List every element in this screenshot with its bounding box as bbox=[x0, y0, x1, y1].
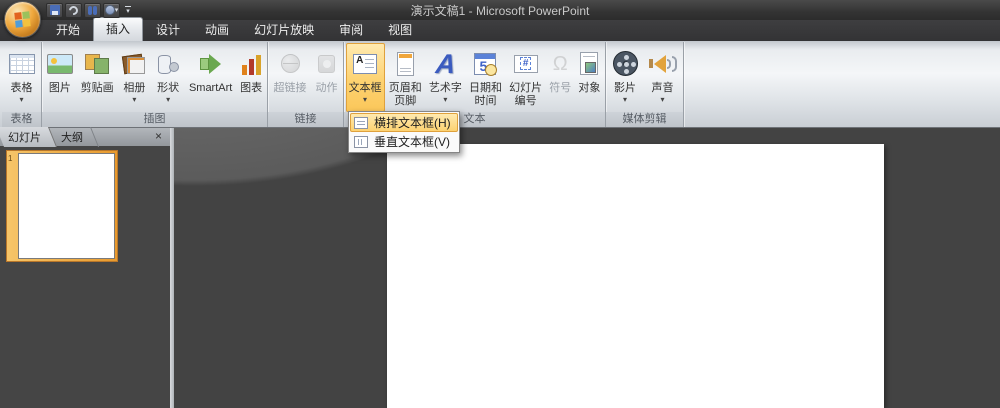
menu-item-horizontal-textbox[interactable]: 横排文本框(H) bbox=[350, 113, 458, 132]
object-button[interactable]: 对象 bbox=[575, 43, 603, 112]
tab-review[interactable]: 审阅 bbox=[327, 18, 375, 41]
find-button[interactable] bbox=[84, 2, 101, 18]
slide-number-icon: # bbox=[513, 54, 538, 73]
menu-item-vertical-textbox[interactable]: 垂直文本框(V) bbox=[350, 132, 458, 151]
content-area: 幻灯片 大纲 × 1 bbox=[0, 128, 1000, 408]
sound-icon bbox=[648, 54, 677, 73]
photo-album-button[interactable]: 相册 ▾ bbox=[118, 43, 150, 112]
group-label-tables: 表格 bbox=[2, 112, 41, 127]
chart-icon bbox=[241, 53, 261, 75]
header-footer-button[interactable]: 页眉和 页脚 bbox=[386, 43, 425, 112]
group-label-illustrations: 插图 bbox=[42, 112, 267, 127]
powerpoint-window: 演示文稿1 - Microsoft PowerPoint ▾ ▾ 开始 插入 设… bbox=[0, 0, 1000, 408]
print-preview-icon bbox=[104, 5, 115, 15]
dropdown-arrow-icon: ▾ bbox=[132, 95, 137, 104]
undo-icon bbox=[67, 3, 80, 17]
picture-icon bbox=[46, 53, 73, 74]
ribbon-group-illustrations: 图片 剪贴画 相册 ▾ 形状 ▾ SmartArt 图表 插图 bbox=[42, 42, 268, 127]
hyperlink-icon bbox=[280, 54, 300, 73]
dropdown-arrow-icon: ▾ bbox=[443, 95, 448, 104]
dropdown-arrow-icon: ▾ bbox=[166, 95, 171, 104]
date-time-button[interactable]: 5 日期和 时间 bbox=[466, 43, 505, 112]
tab-design[interactable]: 设计 bbox=[144, 18, 192, 41]
clipart-button[interactable]: 剪贴画 bbox=[78, 43, 117, 112]
shapes-button[interactable]: 形状 ▾ bbox=[152, 43, 184, 112]
tab-slideshow[interactable]: 幻灯片放映 bbox=[242, 18, 326, 41]
wordart-icon: A bbox=[434, 48, 457, 79]
dropdown-arrow-icon: ▾ bbox=[19, 95, 24, 104]
office-button[interactable] bbox=[4, 1, 41, 38]
horizontal-textbox-icon bbox=[354, 116, 368, 129]
slide-thumbnail-list: 1 bbox=[0, 146, 170, 408]
dropdown-arrow-icon: ▾ bbox=[114, 6, 119, 14]
tab-home[interactable]: 开始 bbox=[44, 18, 92, 41]
wordart-button[interactable]: A 艺术字 ▾ bbox=[426, 43, 465, 112]
symbol-button: Ω 符号 bbox=[549, 52, 572, 95]
movie-icon bbox=[612, 51, 638, 76]
smartart-button[interactable]: SmartArt bbox=[186, 43, 235, 112]
dropdown-arrow-icon: ▾ bbox=[363, 95, 368, 104]
ribbon: 表格 ▾ 表格 图片 剪贴画 相册 ▾ 形状 ▾ SmartArt 图表 插图 … bbox=[0, 41, 1000, 128]
slide-thumbnail-selected[interactable]: 1 bbox=[6, 150, 118, 262]
pane-tab-bar: 幻灯片 大纲 × bbox=[0, 128, 170, 146]
pane-tab-outline[interactable]: 大纲 bbox=[53, 127, 95, 147]
table-icon bbox=[8, 53, 35, 74]
pane-close-button[interactable]: × bbox=[152, 129, 165, 144]
title-bar: 演示文稿1 - Microsoft PowerPoint bbox=[0, 0, 1000, 20]
chart-button[interactable]: 图表 bbox=[237, 43, 265, 112]
tab-insert[interactable]: 插入 bbox=[93, 17, 144, 41]
clipart-icon bbox=[84, 53, 110, 75]
photo-album-icon bbox=[121, 53, 147, 75]
print-preview-button[interactable]: ▾ bbox=[103, 2, 120, 18]
table-button[interactable]: 表格 ▾ bbox=[6, 43, 38, 112]
ribbon-group-tables: 表格 ▾ 表格 bbox=[2, 42, 42, 127]
ribbon-tab-row: 开始 插入 设计 动画 幻灯片放映 审阅 视图 bbox=[0, 17, 1000, 41]
header-footer-icon bbox=[396, 51, 414, 76]
quick-access-toolbar: ▾ ▾ bbox=[46, 2, 134, 18]
textbox-button[interactable]: A 文本框 ▾ bbox=[345, 43, 385, 112]
dropdown-arrow-icon: ▾ bbox=[622, 95, 627, 104]
slide-thumbnail-image bbox=[18, 153, 115, 259]
textbox-icon: A bbox=[353, 53, 378, 74]
ribbon-group-links: 超链接 动作 链接 bbox=[268, 42, 344, 127]
office-logo-icon bbox=[14, 11, 31, 28]
picture-button[interactable]: 图片 bbox=[44, 43, 76, 112]
movie-button[interactable]: 影片 ▾ bbox=[610, 43, 641, 112]
symbol-icon: Ω bbox=[552, 52, 568, 75]
customize-qat-button[interactable]: ▾ bbox=[122, 5, 134, 15]
sound-button[interactable]: 声音 ▾ bbox=[646, 43, 680, 112]
undo-button[interactable] bbox=[65, 2, 82, 18]
tab-animations[interactable]: 动画 bbox=[193, 18, 241, 41]
group-label-media: 媒体剪辑 bbox=[606, 112, 683, 127]
hyperlink-button: 超链接 bbox=[271, 43, 310, 112]
object-icon bbox=[580, 52, 599, 75]
shapes-icon bbox=[155, 53, 181, 75]
action-icon bbox=[318, 54, 335, 73]
dropdown-arrow-icon: ▾ bbox=[660, 95, 665, 104]
slides-pane: 幻灯片 大纲 × 1 bbox=[0, 128, 170, 408]
pane-tab-slides[interactable]: 幻灯片 bbox=[0, 127, 53, 147]
slide-canvas[interactable] bbox=[387, 144, 884, 408]
tab-view[interactable]: 视图 bbox=[376, 18, 424, 41]
save-icon bbox=[49, 5, 60, 15]
group-label-links: 链接 bbox=[268, 112, 343, 127]
ribbon-group-media: 影片 ▾ 声音 ▾ 媒体剪辑 bbox=[606, 42, 684, 127]
vertical-textbox-icon bbox=[354, 135, 368, 148]
slide-number: 1 bbox=[8, 154, 13, 163]
slide-number-button[interactable]: # 幻灯片 编号 bbox=[506, 43, 545, 112]
find-icon bbox=[88, 5, 97, 15]
textbox-dropdown-menu: 横排文本框(H) 垂直文本框(V) bbox=[348, 111, 460, 153]
smartart-icon bbox=[200, 53, 222, 74]
action-button: 动作 bbox=[313, 43, 341, 112]
date-time-icon: 5 bbox=[474, 52, 498, 76]
window-title: 演示文稿1 - Microsoft PowerPoint bbox=[410, 3, 590, 18]
customize-qat-icon bbox=[125, 5, 131, 7]
save-button[interactable] bbox=[46, 2, 63, 18]
workspace bbox=[174, 128, 1000, 408]
